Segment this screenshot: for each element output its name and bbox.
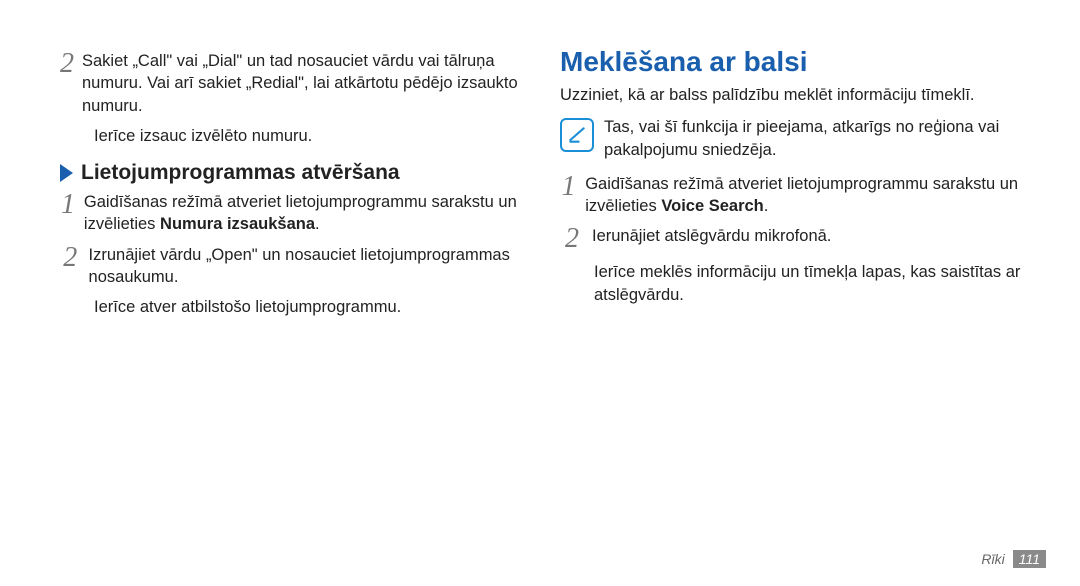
seg-a: Gaidīšanas režīmā atveriet lietojumprogr… (585, 175, 1018, 215)
step-text: Sakiet „Call" vai „Dial" un tad nosaucie… (82, 50, 530, 117)
step-number: 2 (60, 50, 74, 117)
note-text: Tas, vai šī funkcija ir pieejama, atkarī… (604, 116, 1030, 161)
step-text: Izrunājiet vārdu „Open" un nosauciet lie… (89, 244, 530, 289)
step-result: Ierīce izsauc izvēlēto numuru. (94, 125, 530, 147)
seg-b: Voice Search (661, 197, 763, 215)
left-column: 2 Sakiet „Call" vai „Dial" un tad nosauc… (60, 46, 530, 332)
section-lead: Uzziniet, kā ar balss palīdzību meklēt i… (560, 84, 1030, 106)
subheading-row: Lietojumprogrammas atvēršana (60, 161, 530, 185)
step-text: Gaidīšanas režīmā atveriet lietojumprogr… (84, 191, 530, 236)
footer-section: Rīki (981, 551, 1004, 567)
note-icon (560, 118, 594, 152)
step-text: Gaidīšanas režīmā atveriet lietojumprogr… (585, 173, 1030, 218)
right-column: Meklēšana ar balsi Uzziniet, kā ar balss… (560, 46, 1030, 320)
step-number: 2 (60, 244, 81, 289)
step-2b: 2 Izrunājiet vārdu „Open" un nosauciet l… (60, 244, 530, 289)
step-2: 2 Ierunājiet atslēgvārdu mikrofonā. (560, 225, 1030, 253)
footer-page-number: 111 (1013, 550, 1046, 568)
section-title: Meklēšana ar balsi (560, 46, 1030, 78)
step-number: 1 (560, 173, 577, 218)
step-1: 1 Gaidīšanas režīmā atveriet lietojumpro… (560, 173, 1030, 218)
seg-b: Numura izsaukšana (160, 215, 315, 233)
step-text: Ierunājiet atslēgvārdu mikrofonā. (592, 225, 831, 253)
step-2: 2 Sakiet „Call" vai „Dial" un tad nosauc… (60, 50, 530, 117)
step-result: Ierīce atver atbilstošo lietojumprogramm… (94, 296, 530, 318)
note-row: Tas, vai šī funkcija ir pieejama, atkarī… (560, 116, 1030, 161)
step-1: 1 Gaidīšanas režīmā atveriet lietojumpro… (60, 191, 530, 236)
chevron-right-icon (60, 164, 73, 182)
manual-page: 2 Sakiet „Call" vai „Dial" un tad nosauc… (0, 0, 1080, 586)
seg-c: . (315, 215, 320, 233)
seg-c: . (764, 197, 769, 215)
step-result: Ierīce meklēs informāciju un tīmekļa lap… (594, 261, 1030, 306)
step-number: 2 (560, 225, 584, 253)
subheading: Lietojumprogrammas atvēršana (81, 161, 400, 185)
page-footer: Rīki 111 (981, 550, 1046, 568)
step-number: 1 (60, 191, 76, 236)
